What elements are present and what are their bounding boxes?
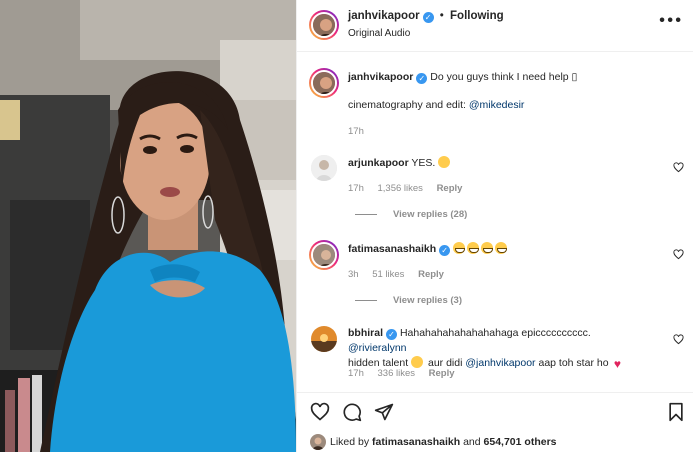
red-heart-emoji-icon: ♥ xyxy=(613,357,622,371)
comment-body: arjunkapoor YES. xyxy=(348,156,452,171)
like-comment-heart-icon[interactable] xyxy=(673,334,684,345)
more-options-icon[interactable]: • • • xyxy=(659,13,681,29)
comment-body: bbhiral ✓ Hahahahahahahahahaga epiccccccc… xyxy=(348,326,648,371)
like-heart-icon[interactable] xyxy=(310,402,330,422)
comment-avatar[interactable] xyxy=(309,240,339,270)
comment-time[interactable]: 3h xyxy=(348,269,359,280)
comment-meta: 3h 51 likes Reply xyxy=(348,269,455,280)
verified-badge-icon: ✓ xyxy=(439,245,451,256)
comment-text: YES. xyxy=(411,157,436,169)
caption-avatar[interactable] xyxy=(309,68,339,98)
author-username[interactable]: janhvikapoor xyxy=(348,10,420,22)
comment-mention[interactable]: @janhvikapoor xyxy=(465,357,535,369)
comment-avatar-image xyxy=(311,155,337,181)
save-bookmark-icon[interactable] xyxy=(666,402,686,422)
comment-meta: 17h 1,356 likes Reply xyxy=(348,183,473,194)
caption-line-1: janhvikapoor ✓ Do you guys think I need h… xyxy=(348,70,577,85)
caption-glyph: ▯ xyxy=(571,71,578,83)
liked-by-avatar-image xyxy=(310,434,326,450)
view-replies-button[interactable]: View replies (28) xyxy=(355,209,467,220)
comment-username[interactable]: bbhiral xyxy=(348,327,383,339)
comment-bubble-icon[interactable] xyxy=(342,402,362,422)
caption-time[interactable]: 17h xyxy=(348,126,364,137)
caption-credit-text: cinematography and edit: xyxy=(348,99,466,111)
liked-by-prefix: Liked by xyxy=(330,436,370,448)
astonished-face-emoji-icon xyxy=(438,156,451,168)
author-avatar-image xyxy=(313,14,335,36)
comment-time[interactable]: 17h xyxy=(348,183,364,194)
caption-avatar-image xyxy=(313,72,335,94)
reply-button[interactable]: Reply xyxy=(429,368,455,379)
liked-by-text: Liked by fatimasanashaikh and 654,701 ot… xyxy=(330,436,557,448)
header-user-line: janhvikapoor ✓ • Following xyxy=(348,10,504,23)
caption-line-2: cinematography and edit: @mikedesir xyxy=(348,98,524,113)
header-separator: • xyxy=(439,10,444,22)
post-panel: janhvikapoor ✓ • Following Original Audio… xyxy=(296,0,693,452)
comment-text: Hahahahahahahahahaga epicccccccccc. xyxy=(399,327,591,339)
reply-button[interactable]: Reply xyxy=(418,269,444,280)
caption-text: Do you guys think I need help xyxy=(430,71,569,83)
original-audio-link[interactable]: Original Audio xyxy=(348,28,410,39)
caption-meta: 17h xyxy=(348,126,375,137)
verified-badge-icon: ✓ xyxy=(416,73,428,84)
following-button[interactable]: Following xyxy=(450,10,504,22)
comment-username[interactable]: arjunkapoor xyxy=(348,157,409,169)
comment-body: fatimasanashaikh ✓ xyxy=(348,242,509,257)
post-video[interactable] xyxy=(0,0,296,452)
heart-eyes-emoji-icon xyxy=(411,356,424,368)
grinning-face-emoji-icon xyxy=(467,242,480,254)
caption-username[interactable]: janhvikapoor xyxy=(348,71,413,83)
like-comment-heart-icon[interactable] xyxy=(673,162,684,173)
liked-by-and: and xyxy=(463,436,481,448)
grinning-face-emoji-icon xyxy=(453,242,466,254)
comment-avatar[interactable] xyxy=(311,155,337,181)
post-header: janhvikapoor ✓ • Following Original Audio… xyxy=(297,0,693,52)
comment-username[interactable]: fatimasanashaikh xyxy=(348,243,436,255)
comment-meta: 17h 336 likes Reply xyxy=(348,368,466,379)
caption-mention[interactable]: @mikedesir xyxy=(469,99,525,111)
comment-avatar-image xyxy=(313,244,335,266)
verified-badge-icon: ✓ xyxy=(422,12,434,23)
comment-likes[interactable]: 1,356 likes xyxy=(378,183,423,194)
author-avatar[interactable] xyxy=(309,10,339,40)
comment-mention[interactable]: @rivieralynn xyxy=(348,342,407,354)
video-frame-illustration xyxy=(0,0,296,452)
comment-text: aap toh star ho xyxy=(538,357,609,369)
comment-likes[interactable]: 51 likes xyxy=(372,269,404,280)
reply-button[interactable]: Reply xyxy=(437,183,463,194)
liked-by-avatar[interactable] xyxy=(310,434,326,450)
comment-avatar-image xyxy=(311,326,337,352)
like-comment-heart-icon[interactable] xyxy=(673,249,684,260)
liked-by-count[interactable]: 654,701 others xyxy=(484,436,557,448)
post-actions-bar xyxy=(297,392,693,430)
share-paper-plane-icon[interactable] xyxy=(374,402,394,422)
grinning-face-emoji-icon xyxy=(481,242,494,254)
view-replies-button[interactable]: View replies (3) xyxy=(355,295,462,306)
comments-list[interactable]: janhvikapoor ✓ Do you guys think I need h… xyxy=(297,52,693,392)
comment-likes[interactable]: 336 likes xyxy=(378,368,416,379)
liked-by-user[interactable]: fatimasanashaikh xyxy=(372,436,460,448)
comment-avatar[interactable] xyxy=(311,326,337,352)
grinning-face-emoji-icon xyxy=(495,242,508,254)
verified-badge-icon: ✓ xyxy=(386,329,398,340)
comment-time[interactable]: 17h xyxy=(348,368,364,379)
liked-by-row: Liked by fatimasanashaikh and 654,701 ot… xyxy=(297,432,693,452)
